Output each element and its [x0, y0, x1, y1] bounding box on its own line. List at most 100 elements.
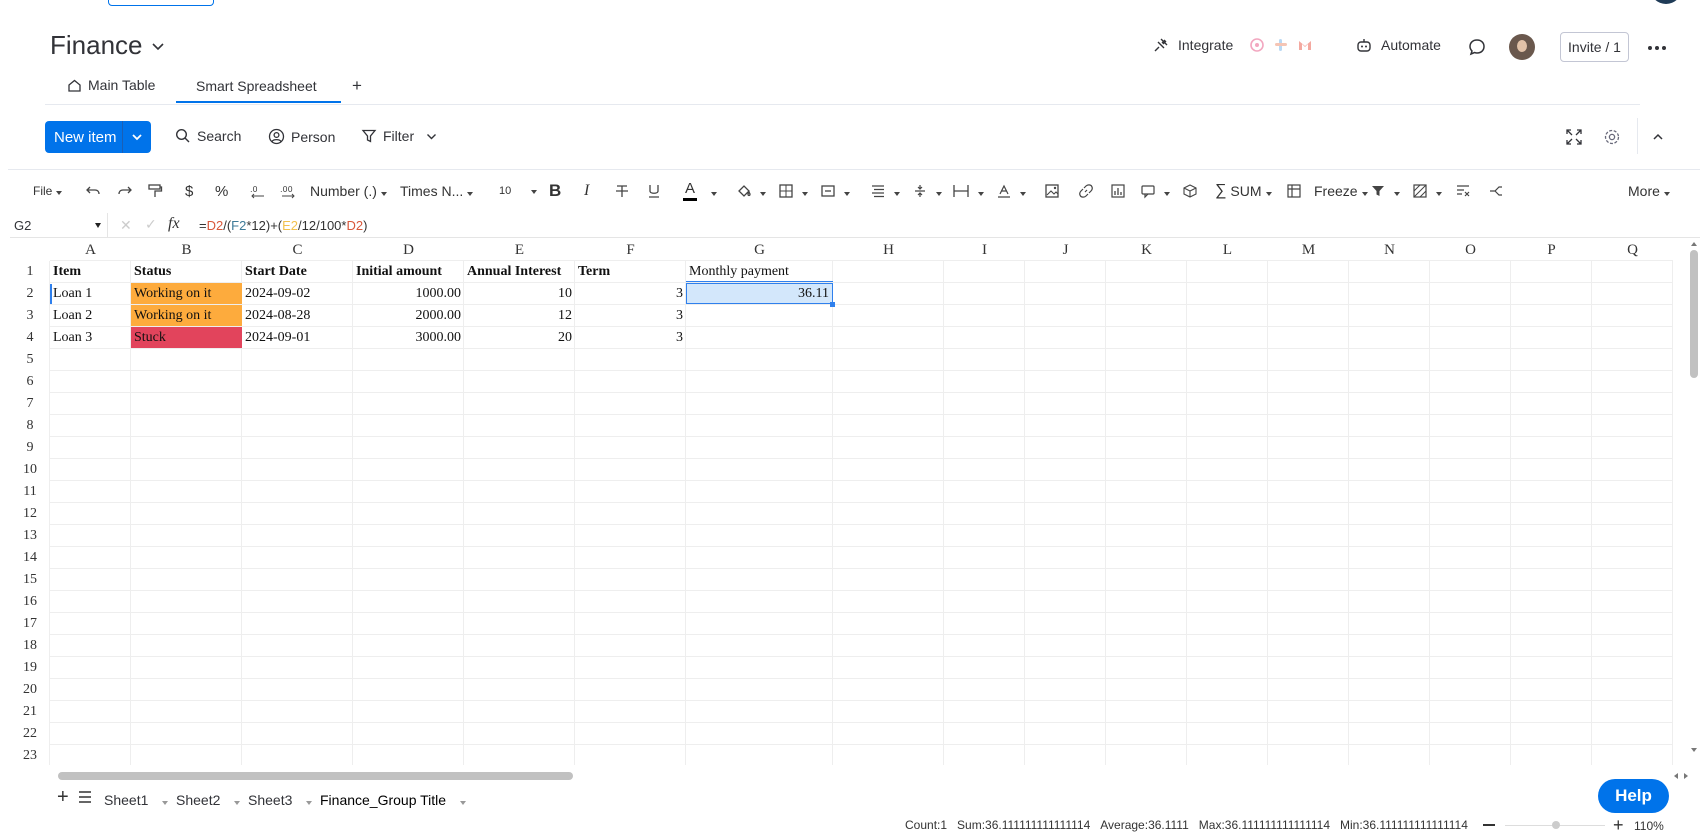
text-color-button[interactable]: A [683, 175, 697, 207]
column-header[interactable]: J [1025, 240, 1106, 261]
collapse-header-icon[interactable] [1652, 131, 1664, 143]
bold-button[interactable]: B [549, 175, 561, 207]
scroll-down-arrow[interactable] [1691, 748, 1697, 752]
row-header[interactable]: 17 [10, 613, 50, 635]
formula-input[interactable]: = D2/(F2 *12)+(E2/12/100* D2) [199, 213, 367, 237]
help-button[interactable]: Help [1598, 779, 1669, 813]
term-cell[interactable]: 3 [575, 327, 686, 348]
tab-main-table[interactable]: Main Table [67, 77, 155, 93]
more-options-icon[interactable] [1647, 45, 1667, 51]
horizontal-align-icon[interactable] [870, 175, 900, 207]
row-header[interactable]: 11 [10, 481, 50, 503]
settings-gear-icon[interactable] [1603, 128, 1621, 146]
interest-cell[interactable]: 12 [464, 305, 575, 326]
data-validation-icon[interactable] [1182, 175, 1198, 207]
amount-cell[interactable]: 2000.00 [353, 305, 464, 326]
row-header[interactable]: 21 [10, 701, 50, 723]
item-cell[interactable]: Loan 3 [50, 327, 131, 348]
row-header[interactable]: 3 [10, 305, 50, 327]
row-header[interactable]: 7 [10, 393, 50, 415]
confirm-formula-icon[interactable]: ✓ [145, 216, 157, 233]
interest-cell[interactable]: 10 [464, 283, 575, 304]
undo-icon[interactable] [85, 175, 101, 207]
row-header[interactable]: 23 [10, 745, 50, 765]
board-title[interactable]: Finance [50, 30, 165, 61]
row-header[interactable]: 14 [10, 547, 50, 569]
insert-chart-icon[interactable] [1110, 175, 1126, 207]
row-header[interactable]: 8 [10, 415, 50, 437]
row-header[interactable]: 18 [10, 635, 50, 657]
new-item-button[interactable]: New item [45, 121, 151, 153]
chevron-down-icon[interactable] [707, 175, 717, 207]
chevron-down-icon[interactable] [426, 131, 437, 142]
user-avatar[interactable] [1509, 34, 1535, 60]
all-sheets-menu-icon[interactable] [78, 791, 92, 803]
cancel-formula-icon[interactable]: ✕ [120, 217, 132, 234]
item-cell[interactable]: Loan 2 [50, 305, 131, 326]
spreadsheet-grid[interactable]: A B C D E F G H I J K L M N O P Q 1 2 3 4 5 6 7 8 9 10 11 12 13 14 15 16… [10, 240, 1688, 765]
text-rotation-icon[interactable] [996, 175, 1026, 207]
date-cell[interactable]: 2024-09-02 [242, 283, 353, 304]
sum-function-button[interactable]: ∑ SUM [1215, 175, 1272, 207]
selection-fill-handle[interactable] [830, 302, 835, 307]
add-sheet-button[interactable]: + [57, 786, 69, 809]
row-header[interactable]: 19 [10, 657, 50, 679]
row-header[interactable]: 20 [10, 679, 50, 701]
row-header[interactable]: 15 [10, 569, 50, 591]
payment-cell[interactable]: 36.11 [686, 283, 833, 304]
column-header[interactable]: G [686, 240, 833, 261]
vertical-scrollbar[interactable] [1689, 242, 1700, 765]
vertical-align-icon[interactable] [912, 175, 942, 207]
date-cell[interactable]: 2024-08-28 [242, 305, 353, 326]
fill-color-icon[interactable] [736, 175, 766, 207]
strikethrough-icon[interactable] [614, 175, 630, 207]
column-header[interactable]: H [833, 240, 944, 261]
font-family-dropdown[interactable]: Times N... [400, 175, 473, 207]
column-header[interactable]: I [944, 240, 1025, 261]
split-text-icon[interactable] [1488, 175, 1504, 207]
scroll-up-arrow[interactable] [1691, 242, 1697, 246]
integrate-button[interactable]: Integrate [1152, 36, 1313, 54]
scroll-right-arrow[interactable] [1684, 773, 1688, 779]
currency-format-button[interactable]: $ [185, 175, 193, 207]
cell-reference-box[interactable]: G2 [10, 213, 108, 237]
format-painter-icon[interactable] [147, 175, 163, 207]
new-item-dropdown[interactable] [122, 121, 151, 153]
row-header[interactable]: 22 [10, 723, 50, 745]
decrease-decimal-icon[interactable]: .0 [249, 175, 267, 207]
row-header[interactable]: 5 [10, 349, 50, 371]
add-view-button[interactable]: + [352, 76, 362, 96]
sort-filter-icon[interactable] [1370, 175, 1400, 207]
zoom-slider-handle[interactable] [1552, 821, 1560, 829]
amount-cell[interactable]: 3000.00 [353, 327, 464, 348]
term-cell[interactable]: 3 [575, 305, 686, 326]
row-header[interactable]: 4 [10, 327, 50, 349]
insert-image-icon[interactable] [1044, 175, 1060, 207]
top-right-avatar-partial[interactable] [1650, 0, 1682, 4]
header-cell[interactable]: Term [575, 261, 686, 282]
borders-icon[interactable] [778, 175, 808, 207]
person-filter-button[interactable]: Person [268, 128, 335, 145]
percent-format-button[interactable]: % [215, 175, 228, 207]
text-wrap-icon[interactable] [952, 175, 984, 207]
column-header[interactable]: A [50, 240, 131, 261]
underline-icon[interactable] [646, 175, 662, 207]
comment-icon[interactable] [1140, 175, 1170, 207]
column-header[interactable]: C [242, 240, 353, 261]
interest-cell[interactable]: 20 [464, 327, 575, 348]
column-header[interactable]: Q [1592, 240, 1673, 261]
top-partial-button[interactable] [108, 0, 214, 6]
increase-decimal-icon[interactable]: .00 [279, 175, 297, 207]
scroll-left-arrow[interactable] [1674, 773, 1678, 779]
tab-smart-spreadsheet[interactable]: Smart Spreadsheet [196, 78, 317, 94]
payment-cell[interactable] [686, 305, 833, 326]
row-header[interactable]: 1 [10, 261, 50, 283]
sheet-tab-2[interactable]: Sheet2 [176, 792, 240, 808]
row-header[interactable]: 10 [10, 459, 50, 481]
amount-cell[interactable]: 1000.00 [353, 283, 464, 304]
row-header[interactable]: 9 [10, 437, 50, 459]
status-cell[interactable]: Working on it [131, 305, 242, 326]
row-header[interactable]: 12 [10, 503, 50, 525]
column-header[interactable]: N [1349, 240, 1430, 261]
freeze-button[interactable]: Freeze [1286, 175, 1368, 207]
